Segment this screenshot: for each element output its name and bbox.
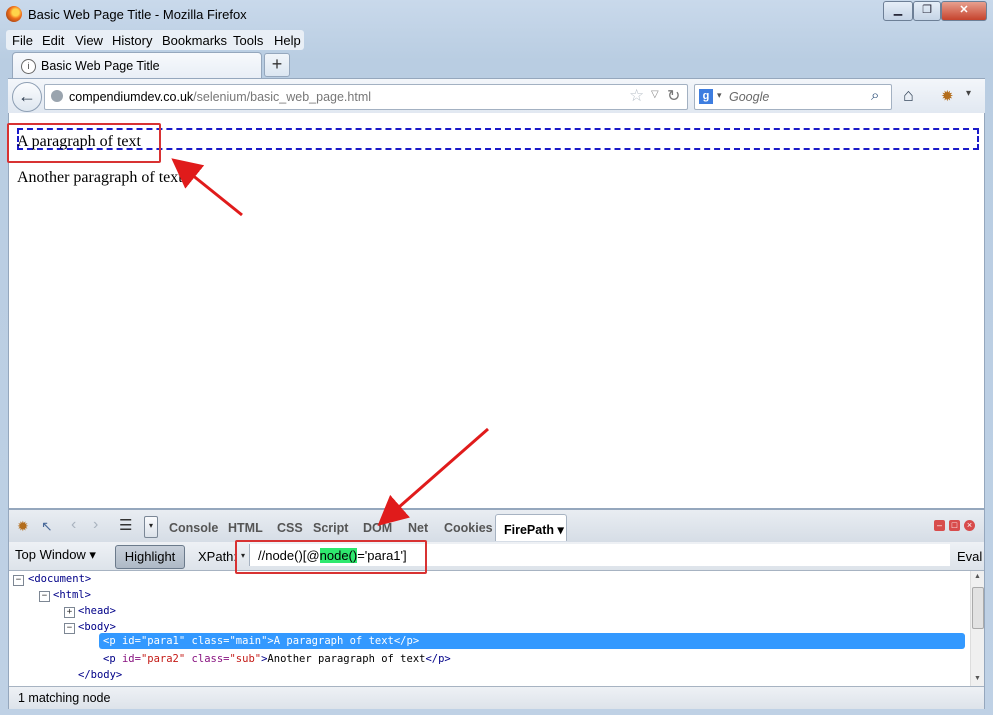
xpath-label: XPath: (198, 549, 238, 564)
window-title: Basic Web Page Title - Mozilla Firefox (28, 7, 247, 22)
search-icon[interactable]: ⌕ (871, 87, 879, 104)
menu-help[interactable]: Help (274, 33, 301, 48)
inspect-icon[interactable]: ↖ (41, 518, 53, 535)
fb-minimize-icon[interactable]: – (934, 520, 945, 531)
tab-script[interactable]: Script (313, 521, 348, 535)
tree-node-body-close: </body> (78, 669, 123, 681)
menu-history[interactable]: History (112, 33, 152, 48)
fb-back-icon[interactable]: ‹ (71, 516, 76, 534)
home-icon[interactable]: ⌂ (903, 85, 914, 106)
tab-cookies[interactable]: Cookies (444, 521, 493, 535)
scroll-down-icon[interactable]: ▼ (974, 675, 981, 682)
list-menu-icon[interactable]: ☰ (119, 516, 132, 534)
menu-tools[interactable]: Tools (233, 33, 263, 48)
tab-html[interactable]: HTML (228, 521, 263, 535)
matching-node-count: 1 matching node (18, 691, 111, 705)
collapse-body-icon[interactable]: − (64, 623, 75, 634)
globe-icon (51, 90, 63, 102)
bookmark-star-icon[interactable]: ☆ (629, 86, 644, 106)
search-engine-dropdown-icon[interactable]: ▾ (717, 90, 722, 101)
url-domain: compendiumdev.co.uk (69, 90, 194, 104)
scroll-up-icon[interactable]: ▲ (974, 573, 981, 580)
annotation-box-xpath (235, 540, 427, 574)
title-bar: Basic Web Page Title - Mozilla Firefox ▁… (0, 0, 993, 30)
menu-file[interactable]: File (12, 33, 33, 48)
reload-icon[interactable]: ↻ (667, 86, 680, 106)
window-controls: ▁ ❐ ✕ (883, 1, 987, 21)
dom-tree: − <document> − <html> + <head> − <body> … (9, 571, 969, 686)
highlight-button[interactable]: Highlight (115, 545, 185, 569)
url-path: /selenium/basic_web_page.html (193, 90, 372, 104)
firepath-tab-label: FirePath ▾ (504, 523, 564, 537)
collapse-html-icon[interactable]: − (39, 591, 50, 602)
menu-bar: File Edit View History Bookmarks Tools H… (6, 30, 304, 50)
firebug-bug-icon[interactable]: ✹ (17, 518, 29, 535)
navigation-toolbar: ← compendiumdev.co.uk/selenium/basic_web… (8, 78, 985, 114)
tab-dom[interactable]: DOM (363, 521, 392, 535)
fb-forward-icon[interactable]: › (93, 516, 98, 534)
search-bar[interactable]: g ▾ Google ⌕ (694, 84, 892, 110)
tree-node-document[interactable]: <document> (28, 571, 91, 587)
maximize-button[interactable]: ❐ (913, 1, 941, 21)
minimize-button[interactable]: ▁ (883, 1, 913, 21)
google-icon[interactable]: g (699, 89, 713, 104)
expand-head-icon[interactable]: + (64, 607, 75, 618)
tab-console[interactable]: Console (169, 521, 218, 535)
firebug-dropdown-icon[interactable]: ▾ (966, 88, 971, 99)
back-button[interactable]: ← (12, 82, 42, 112)
search-placeholder: Google (729, 90, 770, 104)
tree-node-html[interactable]: <html> (53, 587, 91, 603)
back-arrow-icon: ← (18, 86, 36, 106)
fb-close-icon[interactable]: × (964, 520, 975, 531)
tree-node-p-para1-selected[interactable]: <p id="para1" class="main">A paragraph o… (99, 633, 965, 649)
tree-node-p-para2[interactable]: <p id="para2" class="sub">Another paragr… (103, 651, 451, 667)
menu-edit[interactable]: Edit (42, 33, 64, 48)
firebug-toolbar: ✹ ↖ ‹ › ☰ ▾ Console HTML CSS Script DOM … (9, 510, 984, 543)
close-button[interactable]: ✕ (941, 1, 987, 21)
fb-menu-dropdown-icon[interactable]: ▾ (144, 516, 158, 538)
tab-strip: i Basic Web Page Title + (8, 51, 985, 79)
url-text: compendiumdev.co.uk/selenium/basic_web_p… (69, 90, 371, 104)
menu-bookmarks[interactable]: Bookmarks (162, 33, 227, 48)
url-dropdown-icon[interactable]: ▽ (651, 89, 659, 100)
tab-firepath[interactable]: FirePath ▾ (495, 514, 567, 541)
highlight-outline (17, 128, 979, 150)
annotation-box-paragraph (7, 123, 161, 163)
tab-net[interactable]: Net (408, 521, 428, 535)
collapse-document-icon[interactable]: − (13, 575, 24, 586)
scroll-thumb[interactable] (972, 587, 984, 629)
firefox-window: Basic Web Page Title - Mozilla Firefox ▁… (0, 0, 993, 715)
firefox-logo-icon (6, 6, 22, 22)
top-window-dropdown[interactable]: Top Window ▾ (15, 547, 115, 567)
page-icon: i (21, 59, 36, 74)
tree-scrollbar[interactable]: ▲ ▼ (970, 571, 984, 686)
firepath-status-bar: 1 matching node (9, 686, 984, 709)
tree-node-head[interactable]: <head> (78, 603, 116, 619)
tab-title: Basic Web Page Title (41, 59, 160, 73)
tab-basic-web-page[interactable]: i Basic Web Page Title (12, 52, 262, 79)
new-tab-button[interactable]: + (264, 53, 290, 77)
paragraph-para2: Another paragraph of text (17, 169, 183, 186)
firebug-panel: ✹ ↖ ‹ › ☰ ▾ Console HTML CSS Script DOM … (8, 509, 985, 709)
fb-detach-icon[interactable]: □ (949, 520, 960, 531)
firepath-toolbar: Top Window ▾ Highlight XPath: ▾ //node()… (9, 542, 984, 571)
eval-button[interactable]: Eval (957, 549, 982, 564)
firebug-icon[interactable]: ✹ (941, 87, 954, 105)
menu-view[interactable]: View (75, 33, 103, 48)
page-content: A paragraph of text Another paragraph of… (7, 113, 985, 509)
tab-css[interactable]: CSS (277, 521, 303, 535)
url-bar[interactable]: compendiumdev.co.uk/selenium/basic_web_p… (44, 84, 688, 110)
